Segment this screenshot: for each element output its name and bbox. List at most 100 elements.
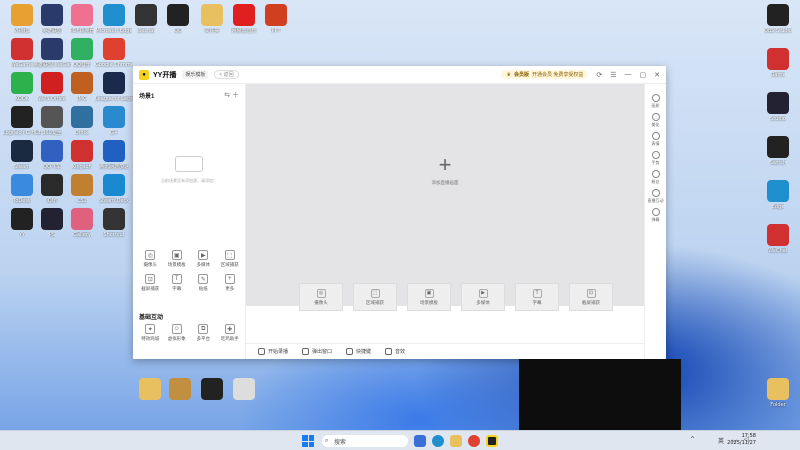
desktop-icon[interactable] (194, 378, 230, 418)
right-tool-button[interactable]: 画质 (651, 94, 660, 109)
desktop-icon[interactable]: QQ (160, 4, 196, 44)
desktop-icon-label: Google Chrome (95, 62, 133, 68)
preview-source-card[interactable]: ▣ 场景模板 (407, 283, 451, 311)
taskbar-app-icon[interactable] (414, 435, 426, 447)
desktop-icon[interactable]: WeChat (760, 224, 796, 264)
preview-source-card[interactable]: ⬚ 区域捕获 (353, 283, 397, 311)
desktop-icon-label: QQ (174, 28, 182, 34)
desktop-app-icon (41, 174, 63, 196)
desktop-icon[interactable]: Wechat (128, 4, 164, 44)
search-placeholder: 搜索 (334, 438, 347, 446)
desktop-icon[interactable] (162, 378, 198, 418)
desktop-icon-label: Edge (771, 204, 785, 210)
bottom-toolbar-button[interactable]: 快捷键 (346, 348, 371, 355)
desktop-icon[interactable]: PPT (258, 4, 294, 44)
right-tool-button[interactable]: 弹幕 (651, 208, 660, 223)
source-item[interactable]: + 更多 (217, 274, 244, 292)
taskbar-yy-icon[interactable] (486, 435, 498, 447)
interaction-item[interactable]: ✦ 特效商城 (137, 324, 164, 342)
minimize-button[interactable]: — (625, 71, 632, 78)
refresh-button[interactable]: ⟳ (596, 71, 602, 79)
interaction-item[interactable]: ✚ 吃鸡助手 (217, 324, 244, 342)
source-item[interactable]: ✎ 贴纸 (190, 274, 217, 292)
desktop-icon-label: QQ音乐 (73, 62, 91, 68)
vip-banner[interactable]: ♛ 会员版 开通会员 免费享受权益 (501, 70, 589, 79)
menu-button[interactable]: ☰ (610, 71, 616, 79)
desktop-app-icon (71, 38, 93, 60)
add-preview-button[interactable]: + 添加直播画面 (432, 154, 459, 186)
desktop-icon-label: 英雄联盟 (41, 28, 62, 34)
taskbar-explorer-icon[interactable] (450, 435, 462, 447)
desktop-icon[interactable]: OBS Studio (760, 4, 796, 44)
desktop-icon-label: 腾讯网游加速 (98, 164, 129, 170)
bottom-toolbar-button[interactable]: 弹出窗口 (302, 348, 332, 355)
desktop-icon-label: iQIYI (46, 198, 58, 204)
preview-area[interactable]: + 添加直播画面 (246, 84, 644, 306)
desktop-icon[interactable]: Edge (760, 180, 796, 220)
source-item[interactable]: T 字幕 (164, 274, 191, 292)
source-item[interactable]: ◎ 摄像头 (137, 250, 164, 268)
scene-panel: 场景1 ⇆ ＋ 当前场景没有添加源，请添加！ ◎ 摄像头 ▣ 场景模板 ▶ 多媒体 ⬚ 区域捕… (133, 84, 246, 359)
interaction-item[interactable]: ☺ 虚拟形象 (164, 324, 191, 342)
scene-settings-icon[interactable]: ⇆ ＋ (224, 90, 239, 100)
source-item[interactable]: ▶ 多媒体 (190, 250, 217, 268)
taskbar-edge-icon[interactable] (432, 435, 444, 447)
tray-chevron-icon[interactable]: ^ (690, 436, 695, 443)
template-tag[interactable]: 娱乐模板 (182, 70, 209, 79)
taskbar-chrome-icon[interactable] (468, 435, 480, 447)
source-item[interactable]: ⊡ 截屏捕获 (137, 274, 164, 292)
bottom-toolbar-icon (346, 348, 354, 355)
desktop-icon[interactable]: 网易云音乐 (226, 4, 262, 44)
close-button[interactable]: ✕ (654, 71, 660, 79)
desktop-app-icon (11, 38, 33, 60)
desktop-app-icon (169, 378, 191, 400)
right-tool-button[interactable]: 表情 (651, 132, 660, 147)
desktop-icon-label: Wechat (136, 28, 156, 34)
clock[interactable]: 17:58 2025/11/27 (727, 433, 756, 447)
desktop-icon-label: 文件夹 (204, 28, 220, 34)
desktop-icon[interactable]: 文件夹 (194, 4, 230, 44)
desktop-icon-label: PS (48, 232, 56, 238)
clock-time: 17:58 (741, 433, 756, 439)
maximize-button[interactable]: ▢ (640, 71, 647, 79)
crown-icon: ♛ (506, 71, 511, 78)
desktop-app-icon (11, 140, 33, 162)
desktop-app-icon (139, 378, 161, 400)
right-tool-button[interactable]: 手势 (651, 151, 660, 166)
preview-source-card[interactable]: ▶ 多媒体 (461, 283, 505, 311)
right-tool-button[interactable]: 粉丝 (651, 170, 660, 185)
source-item-icon: ⊡ (145, 274, 156, 284)
bottom-toolbar-button[interactable]: 开始录播 (258, 348, 288, 355)
desktop-app-icon (11, 4, 33, 26)
preview-source-card[interactable]: ◎ 摄像头 (299, 283, 343, 311)
desktop-icon[interactable] (226, 378, 262, 418)
interaction-item[interactable]: ⧉ 多平台 (190, 324, 217, 342)
desktop-icon[interactable]: Studio (760, 92, 796, 132)
desktop-icon-label: PPT (271, 28, 281, 34)
right-tool-button[interactable]: 直播互动 (648, 189, 664, 204)
desktop-icon[interactable]: Switch (760, 136, 796, 176)
preview-source-card[interactable]: T 字幕 (515, 283, 559, 311)
preview-source-icon: ⊡ (586, 288, 596, 298)
desktop-icon[interactable]: Shortcut (96, 208, 132, 248)
preview-source-label: 区域捕获 (366, 299, 384, 305)
taskbar-search[interactable]: ⌕ 搜索 (322, 435, 408, 447)
desktop-icon-label: League of Legends (95, 96, 133, 102)
desktop-icon[interactable]: Gallery (64, 208, 100, 248)
desktop-icon[interactable]: Folder (760, 378, 796, 418)
scene-header[interactable]: 场景1 ⇆ ＋ (133, 84, 245, 106)
bottom-toolbar-icon (258, 348, 265, 355)
source-item[interactable]: ▣ 场景模板 (164, 250, 191, 268)
preview-source-card[interactable]: ⊡ 截屏捕获 (569, 283, 613, 311)
desktop-app-icon (11, 72, 33, 94)
vip-label: 会员版 (513, 72, 529, 78)
desktop-icon[interactable]: Game (760, 48, 796, 88)
back-button[interactable]: < 返回 (214, 70, 239, 79)
desktop-app-icon (201, 378, 223, 400)
right-tool-button[interactable]: 美化 (651, 113, 660, 128)
desktop-app-icon (71, 174, 93, 196)
bottom-toolbar-button[interactable]: 音效 (385, 348, 405, 355)
source-item[interactable]: ⬚ 区域捕获 (217, 250, 244, 268)
tray-lang[interactable]: 英 (718, 436, 724, 445)
windows-start-icon[interactable] (302, 435, 314, 447)
